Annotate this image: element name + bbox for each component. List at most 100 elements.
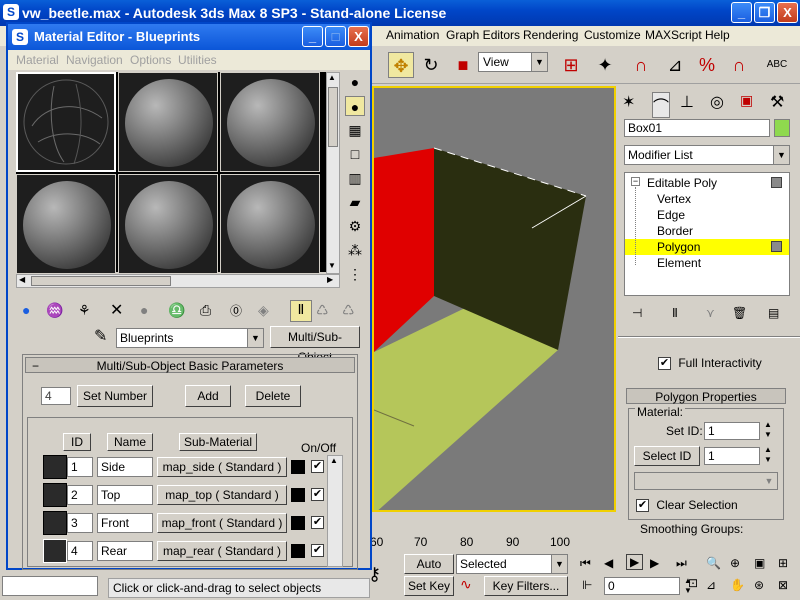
display-tab-icon[interactable]: ▣ xyxy=(740,92,753,109)
scroll-up-icon[interactable]: ▲ xyxy=(328,73,336,82)
stack-toggle-icon[interactable] xyxy=(771,177,782,188)
clear-selection-row[interactable]: ✔ Clear Selection xyxy=(636,498,738,513)
stack-item-polygon[interactable]: Polygon xyxy=(625,239,789,255)
clear-selection-checkbox[interactable]: ✔ xyxy=(636,499,649,513)
material-editor-title-bar[interactable]: S Material Editor - Blueprints _ □ X xyxy=(8,24,370,50)
submaterial-scrollbar[interactable]: ▲ xyxy=(327,455,343,567)
scale-icon[interactable]: ■ xyxy=(450,52,476,78)
make-copy-icon[interactable]: ● xyxy=(140,302,148,318)
stack-item-vertex[interactable]: Vertex xyxy=(625,191,789,207)
spinner-icon[interactable]: ▲ ▼ xyxy=(764,420,772,440)
scroll-right-icon[interactable]: ▶ xyxy=(327,275,333,284)
scroll-up-icon[interactable]: ▲ xyxy=(330,456,338,465)
delete-button[interactable]: Delete xyxy=(245,385,301,407)
make-unique-icon[interactable]: ♎ xyxy=(168,302,185,319)
modify-tab-icon[interactable]: ⌒ xyxy=(652,92,671,118)
material-count-field[interactable]: 4 xyxy=(41,387,71,405)
sample-slot[interactable] xyxy=(220,72,320,172)
spinner-snap-icon[interactable]: ∩ xyxy=(726,52,752,78)
me-close-button[interactable]: X xyxy=(348,26,369,47)
menu-graph-editors[interactable]: Graph Editors xyxy=(446,28,520,42)
on-off-checkbox[interactable]: ✔ xyxy=(311,460,324,473)
next-frame-icon[interactable]: ▶ xyxy=(650,556,659,570)
stack-item-border[interactable]: Border xyxy=(625,223,789,239)
sample-slot[interactable] xyxy=(118,174,218,274)
me-menu-utilities[interactable]: Utilities xyxy=(178,53,217,67)
create-tab-icon[interactable]: ✶ xyxy=(622,92,635,112)
object-color-swatch[interactable] xyxy=(774,119,790,137)
material-type-button[interactable]: Multi/Sub-Object xyxy=(270,326,360,364)
time-config-icon[interactable]: ⊡ xyxy=(688,576,698,590)
menu-help[interactable]: Help xyxy=(705,28,730,42)
id-field[interactable]: 4 xyxy=(67,541,93,561)
angle-snap-icon[interactable]: ⊿ xyxy=(662,52,688,78)
minimize-button[interactable]: _ xyxy=(731,2,752,23)
name-field[interactable]: Rear xyxy=(97,541,153,561)
slots-hscrollbar[interactable]: ◀ ▶ xyxy=(16,274,340,288)
submaterial-swatch[interactable] xyxy=(43,539,67,563)
stack-item-edge[interactable]: Edge xyxy=(625,207,789,223)
make-preview-icon[interactable]: ▰ xyxy=(345,192,365,212)
select-id-button[interactable]: Select ID xyxy=(634,446,700,466)
scroll-thumb[interactable] xyxy=(328,87,338,147)
perspective-viewport[interactable] xyxy=(372,86,616,512)
material-name-field[interactable]: Blueprints ▼ xyxy=(116,328,264,348)
modifier-list-dropdown[interactable]: Modifier List ▼ xyxy=(624,145,790,165)
me-minimize-button[interactable]: _ xyxy=(302,26,323,47)
set-id-input[interactable]: 1 xyxy=(704,422,760,440)
color-swatch[interactable] xyxy=(291,460,305,474)
sample-slot[interactable] xyxy=(16,174,116,274)
object-name-field[interactable]: Box01 xyxy=(624,119,770,137)
reference-coordinate-dropdown[interactable]: View ▼ xyxy=(478,52,548,72)
reset-map-icon[interactable]: ✕ xyxy=(110,300,123,320)
hierarchy-tab-icon[interactable]: ⊥ xyxy=(680,92,694,112)
time-ruler[interactable]: 60 70 80 90 100 xyxy=(370,530,616,550)
key-filters-button[interactable]: Key Filters... xyxy=(484,576,568,596)
zoom-icon[interactable]: 🔍 xyxy=(706,556,721,570)
spinner-icon[interactable]: ▲ ▼ xyxy=(764,445,772,465)
id-field[interactable]: 2 xyxy=(67,485,93,505)
submaterial-button[interactable]: map_front ( Standard ) xyxy=(157,513,287,533)
make-unique-icon[interactable]: ⋎ xyxy=(706,306,715,320)
material-name-dropdown[interactable]: ▼ xyxy=(634,472,778,490)
me-menu-material[interactable]: Material xyxy=(16,53,59,67)
full-interactivity-checkbox[interactable]: ✔ xyxy=(658,357,671,371)
on-off-checkbox[interactable]: ✔ xyxy=(311,544,324,557)
add-button[interactable]: Add xyxy=(185,385,231,407)
stack-toggle-icon[interactable] xyxy=(771,241,782,252)
auto-key-button[interactable]: Auto Key xyxy=(404,554,454,589)
utilities-tab-icon[interactable]: ⚒ xyxy=(770,92,784,112)
sample-type-icon[interactable]: ● xyxy=(345,72,365,92)
on-off-checkbox[interactable]: ✔ xyxy=(311,488,324,501)
sample-slot[interactable] xyxy=(118,72,218,172)
maximize-button[interactable]: ❐ xyxy=(754,2,775,23)
put-to-library-icon[interactable]: ⎙ xyxy=(200,302,211,319)
assign-to-selection-icon[interactable]: ⚘ xyxy=(78,302,91,319)
on-off-checkbox[interactable]: ✔ xyxy=(311,516,324,529)
put-to-scene-icon[interactable]: ♒ xyxy=(46,302,63,319)
me-menu-options[interactable]: Options xyxy=(130,53,171,67)
name-field[interactable]: Front xyxy=(97,513,153,533)
sample-slot[interactable] xyxy=(16,72,116,172)
backlight-icon[interactable]: ● xyxy=(345,96,365,116)
get-material-icon[interactable]: ● xyxy=(22,302,30,318)
material-map-navigator-icon[interactable]: ⋮ xyxy=(345,264,365,284)
show-end-result-icon[interactable]: Ⅱ xyxy=(672,306,678,320)
menu-maxscript[interactable]: MAXScript xyxy=(645,28,702,42)
go-forward-to-sibling-icon[interactable]: ♺ xyxy=(342,302,355,319)
submaterial-swatch[interactable] xyxy=(43,455,67,479)
stack-item-element[interactable]: Element xyxy=(625,255,789,271)
menu-animation[interactable]: Animation xyxy=(386,28,439,42)
selection-set-dropdown[interactable]: Selected ▼ xyxy=(456,554,568,574)
set-number-button[interactable]: Set Number xyxy=(77,385,153,407)
sample-slot[interactable] xyxy=(220,174,320,274)
move-icon[interactable]: ✥ xyxy=(388,52,414,78)
color-swatch[interactable] xyxy=(291,544,305,558)
sample-uv-icon[interactable]: □ xyxy=(345,144,365,164)
menu-customize[interactable]: Customize xyxy=(584,28,641,42)
select-manipulate-icon[interactable]: ✦ xyxy=(592,52,618,78)
go-to-parent-icon[interactable]: ♺ xyxy=(316,302,329,319)
select-by-material-icon[interactable]: ⁂ xyxy=(345,240,365,260)
configure-sets-icon[interactable]: ▤ xyxy=(768,306,779,320)
color-swatch[interactable] xyxy=(291,516,305,530)
